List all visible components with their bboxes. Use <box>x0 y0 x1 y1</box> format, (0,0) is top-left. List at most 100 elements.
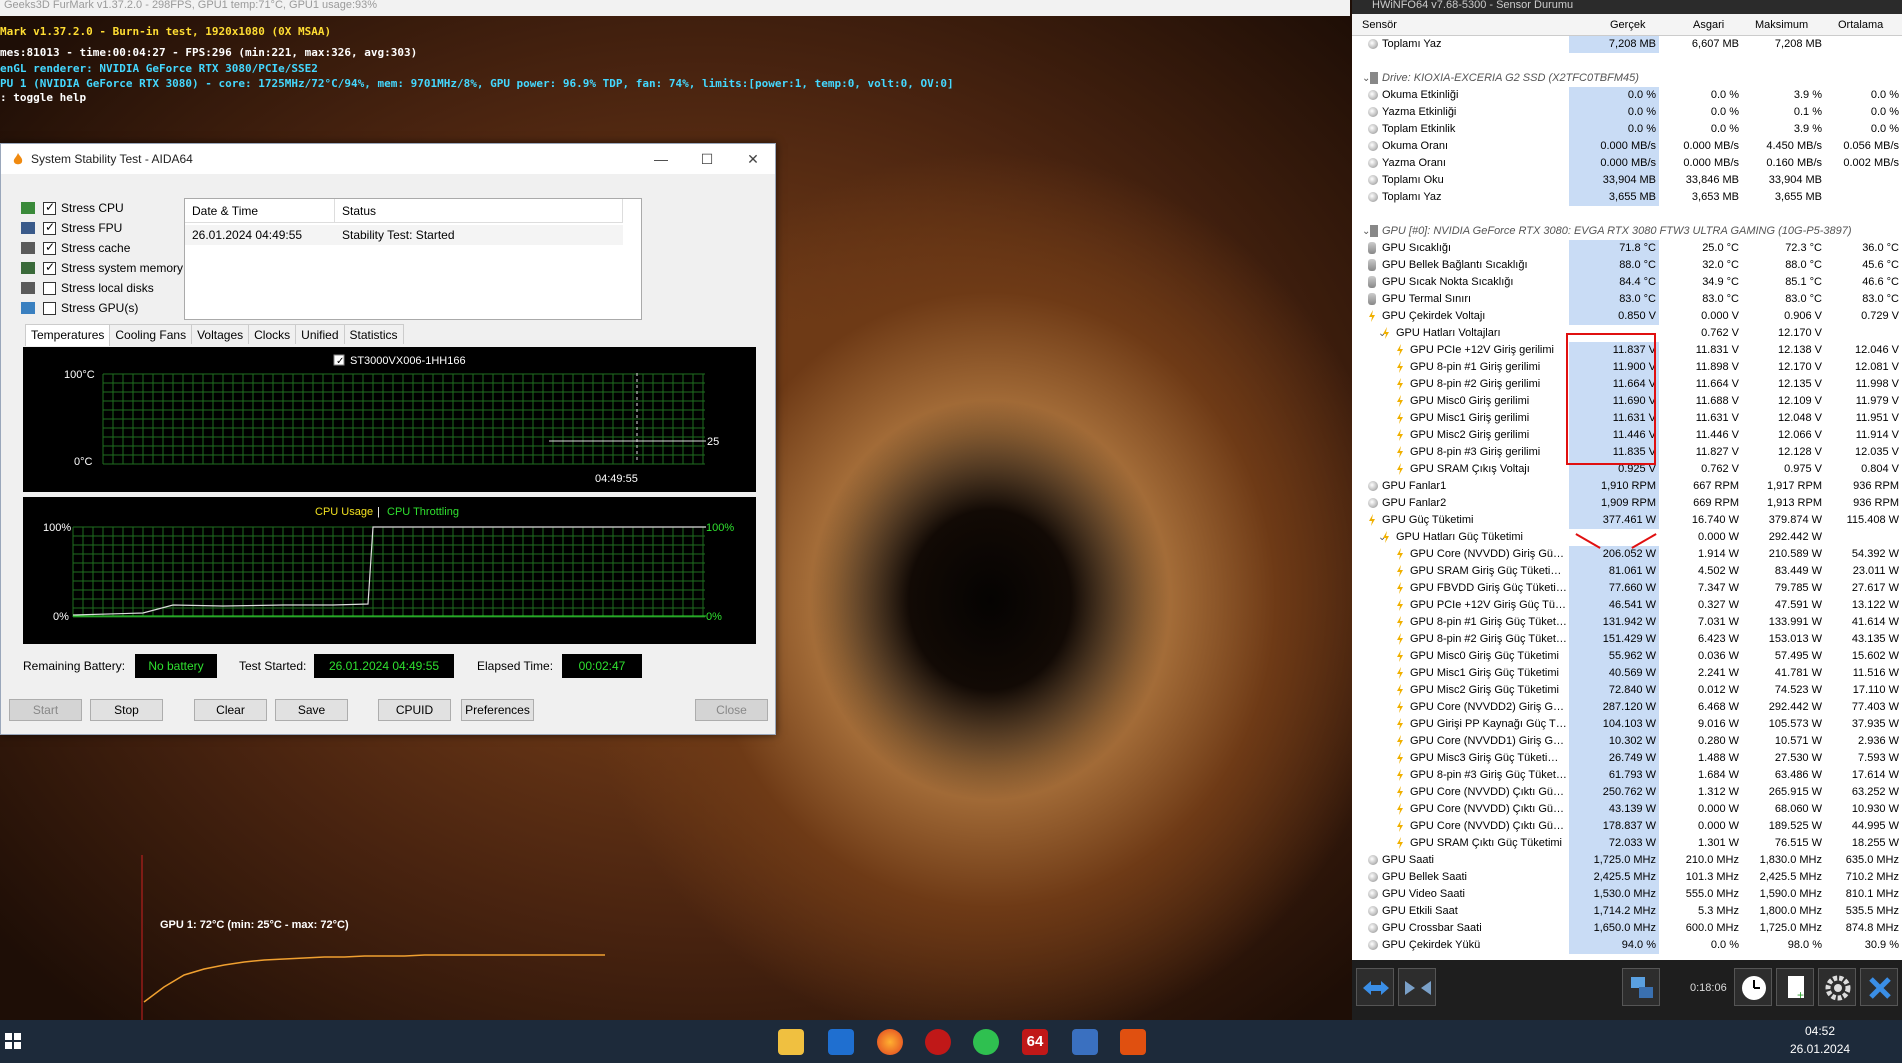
minimize-button[interactable]: — <box>641 148 681 170</box>
sensor-row[interactable]: GPU Güç Tüketimi 377.461 W 16.740 W 379.874… <box>1352 512 1902 529</box>
sensor-name: GPU Bellek Saati <box>1382 871 1467 883</box>
sensor-row[interactable]: GPU Misc1 Giriş Güç Tüketimi 40.569 W 2.24… <box>1352 665 1902 682</box>
stress-option[interactable]: Stress local disks <box>21 279 154 297</box>
stress-option[interactable]: Stress cache <box>21 239 130 257</box>
furmark-taskbar-icon[interactable] <box>1120 1029 1146 1055</box>
sensor-row[interactable]: GPU PCIe +12V Giriş Güç Tük... 46.541 W 0.… <box>1352 597 1902 614</box>
sensor-row[interactable]: GPU 8-pin #1 Giriş Güç Tüketimi 131.942 W… <box>1352 614 1902 631</box>
sensor-row[interactable]: GPU Core (NVVDD) Çıktı Güç T... 43.139 W 0… <box>1352 801 1902 818</box>
sensor-section-header[interactable]: ⌄ GPU [#0]: NVIDIA GeForce RTX 3080: EVGA… <box>1352 223 1902 240</box>
stress-checkbox[interactable] <box>43 240 56 255</box>
cpuid-button[interactable]: CPUID <box>378 699 451 721</box>
col-min[interactable]: Asgari <box>1693 19 1724 31</box>
file-explorer-icon[interactable] <box>778 1029 804 1055</box>
tab-clocks[interactable]: Clocks <box>248 324 297 344</box>
stress-option[interactable]: Stress FPU <box>21 219 122 237</box>
save-button[interactable]: Save <box>275 699 348 721</box>
stress-checkbox[interactable] <box>43 301 56 315</box>
navigate-arrows-icon[interactable] <box>1356 968 1394 1006</box>
maximize-button[interactable]: ☐ <box>687 148 727 170</box>
sensor-row[interactable]: GPU Core (NVVDD) Giriş Güç T... 206.052 W… <box>1352 546 1902 563</box>
stress-checkbox[interactable] <box>43 260 56 275</box>
sensor-row[interactable]: Toplam Etkinlik 0.0 % 0.0 % 3.9 % 0.0 % <box>1352 121 1902 138</box>
sensor-row[interactable]: Okuma Etkinliği 0.0 % 0.0 % 3.9 % 0.0 % <box>1352 87 1902 104</box>
sensor-row[interactable]: GPU Termal Sınırı 83.0 °C 83.0 °C 83.0 °C 83… <box>1352 291 1902 308</box>
col-avg[interactable]: Ortalama <box>1838 19 1883 31</box>
sensor-row[interactable]: Okuma Oranı 0.000 MB/s 0.000 MB/s 4.450 MB/… <box>1352 138 1902 155</box>
sensor-row[interactable]: GPU Core (NVVDD) Çıktı Güç T... 178.837 W… <box>1352 818 1902 835</box>
sensor-row[interactable]: GPU Bellek Saati 2,425.5 MHz 101.3 MHz 2,42… <box>1352 869 1902 886</box>
sensor-row[interactable]: GPU Core (NVVDD) Çıktı Güç T... 250.762 W… <box>1352 784 1902 801</box>
sensor-section-header[interactable]: ⌄ Drive: KIOXIA-EXCERIA G2 SSD (X2TFC0TBF… <box>1352 70 1902 87</box>
sensor-row[interactable]: ⌄ GPU Hatları Güç Tüketimi 0.000 W 292.442 … <box>1352 529 1902 546</box>
clear-button[interactable]: Clear <box>194 699 267 721</box>
sensor-row[interactable]: GPU Girişi PP Kaynağı Güç Tük... 104.103 … <box>1352 716 1902 733</box>
settings-gear-icon[interactable] <box>1818 968 1856 1006</box>
sensor-row[interactable]: GPU Misc0 Giriş Güç Tüketimi 55.962 W 0.03… <box>1352 648 1902 665</box>
sensor-row[interactable]: GPU Sıcaklığı 71.8 °C 25.0 °C 72.3 °C 36.0 °… <box>1352 240 1902 257</box>
outlook-icon[interactable] <box>828 1029 854 1055</box>
sensor-row[interactable]: GPU Misc3 Giriş Güç Tüketimi (... 26.749 … <box>1352 750 1902 767</box>
close-button[interactable]: Close <box>695 699 768 721</box>
stop-button[interactable]: Stop <box>90 699 163 721</box>
sensor-list[interactable]: Toplamı Yaz 7,208 MB 6,607 MB 7,208 MB ⌄ Driv… <box>1352 36 1902 960</box>
stress-option[interactable]: Stress CPU <box>21 199 124 217</box>
sensor-row[interactable]: GPU Bellek Bağlantı Sıcaklığı 88.0 °C 32.0… <box>1352 257 1902 274</box>
sensor-row[interactable]: GPU Video Saati 1,530.0 MHz 555.0 MHz 1,590… <box>1352 886 1902 903</box>
hwinfo-taskbar-icon[interactable] <box>1072 1029 1098 1055</box>
sensor-row[interactable]: GPU SRAM Giriş Güç Tüketimi ... 81.061 W 4… <box>1352 563 1902 580</box>
sensor-row[interactable]: Toplamı Yaz 7,208 MB 6,607 MB 7,208 MB <box>1352 36 1902 53</box>
sensor-row[interactable]: GPU Fanlar1 1,910 RPM 667 RPM 1,917 RPM 936 … <box>1352 478 1902 495</box>
report-icon[interactable]: + <box>1776 968 1814 1006</box>
sensor-row[interactable]: GPU Fanlar2 1,909 RPM 669 RPM 1,913 RPM 936 … <box>1352 495 1902 512</box>
sensor-row[interactable]: GPU Çekirdek Voltajı 0.850 V 0.000 V 0.906 … <box>1352 308 1902 325</box>
whatsapp-icon[interactable] <box>973 1029 999 1055</box>
stress-option[interactable]: Stress GPU(s) <box>21 299 138 317</box>
sensor-row[interactable]: GPU 8-pin #3 Giriş Güç Tüketimi 61.793 W 1… <box>1352 767 1902 784</box>
col-sensor[interactable]: Sensör <box>1362 19 1397 31</box>
sensor-row[interactable]: GPU FBVDD Giriş Güç Tüketimi... 77.660 W 7… <box>1352 580 1902 597</box>
stress-checkbox[interactable] <box>43 200 56 215</box>
close-x-icon[interactable] <box>1860 968 1898 1006</box>
sensor-row[interactable]: GPU Etkili Saat 1,714.2 MHz 5.3 MHz 1,800.0… <box>1352 903 1902 920</box>
col-max[interactable]: Maksimum <box>1755 19 1808 31</box>
sensor-row[interactable]: GPU Crossbar Saati 1,650.0 MHz 600.0 MHz 1,… <box>1352 920 1902 937</box>
stress-option[interactable]: Stress system memory <box>21 259 183 277</box>
tab-cooling-fans[interactable]: Cooling Fans <box>109 324 193 344</box>
close-window-button[interactable]: ✕ <box>733 148 773 170</box>
sensor-row[interactable]: Toplamı Yaz 3,655 MB 3,653 MB 3,655 MB <box>1352 189 1902 206</box>
sensor-row[interactable]: Yazma Oranı 0.000 MB/s 0.000 MB/s 0.160 MB/… <box>1352 155 1902 172</box>
sensor-row[interactable]: GPU Sıcak Nokta Sıcaklığı 84.4 °C 34.9 °C 8… <box>1352 274 1902 291</box>
sensor-row[interactable]: GPU Misc2 Giriş Güç Tüketimi 72.840 W 0.01… <box>1352 682 1902 699</box>
opera-icon[interactable] <box>925 1029 951 1055</box>
aida64-taskbar-icon[interactable]: 64 <box>1022 1029 1048 1055</box>
network-icon[interactable] <box>1622 968 1660 1006</box>
tray-time[interactable]: 04:52 <box>1805 1024 1835 1038</box>
sensor-row[interactable]: Yazma Etkinliği 0.0 % 0.0 % 0.1 % 0.0 % <box>1352 104 1902 121</box>
stress-checkbox[interactable] <box>43 220 56 235</box>
event-log[interactable]: Date & Time Status 26.01.2024 04:49:55 S… <box>184 198 642 320</box>
tab-unified[interactable]: Unified <box>295 324 345 344</box>
tray-date[interactable]: 26.01.2024 <box>1790 1042 1850 1056</box>
stress-checkbox[interactable] <box>43 281 56 295</box>
firefox-icon[interactable] <box>877 1029 903 1055</box>
sensor-row[interactable]: GPU 8-pin #2 Giriş Güç Tüketimi 151.429 W… <box>1352 631 1902 648</box>
start-button[interactable]: Start <box>9 699 82 721</box>
sensor-row[interactable]: GPU Core (NVVDD1) Giriş Güç ... 10.302 W 0… <box>1352 733 1902 750</box>
aida64-titlebar[interactable]: System Stability Test - AIDA64 — ☐ ✕ <box>1 144 775 174</box>
tab-voltages[interactable]: Voltages <box>191 324 250 344</box>
windows-start-icon[interactable] <box>5 1033 21 1049</box>
log-header-status[interactable]: Status <box>335 199 623 223</box>
log-header-date[interactable]: Date & Time <box>185 199 335 223</box>
tab-temperatures[interactable]: Temperatures <box>25 324 111 346</box>
col-current[interactable]: Gerçek <box>1610 19 1645 31</box>
clock-icon[interactable] <box>1734 968 1772 1006</box>
preferences-button[interactable]: Preferences <box>461 699 534 721</box>
tab-statistics[interactable]: Statistics <box>343 324 404 344</box>
collapse-arrows-icon[interactable] <box>1398 968 1436 1006</box>
sensor-row[interactable]: GPU Saati 1,725.0 MHz 210.0 MHz 1,830.0 MHz… <box>1352 852 1902 869</box>
sensor-row[interactable]: GPU Core (NVVDD2) Giriş Güç ... 287.120 W… <box>1352 699 1902 716</box>
sensor-row[interactable]: GPU SRAM Çıktı Güç Tüketimi 72.033 W 1.301… <box>1352 835 1902 852</box>
sensor-row[interactable]: GPU Çekirdek Yükü 94.0 % 0.0 % 98.0 % 30.9 % <box>1352 937 1902 954</box>
sensor-row[interactable]: Toplamı Oku 33,904 MB 33,846 MB 33,904 MB <box>1352 172 1902 189</box>
